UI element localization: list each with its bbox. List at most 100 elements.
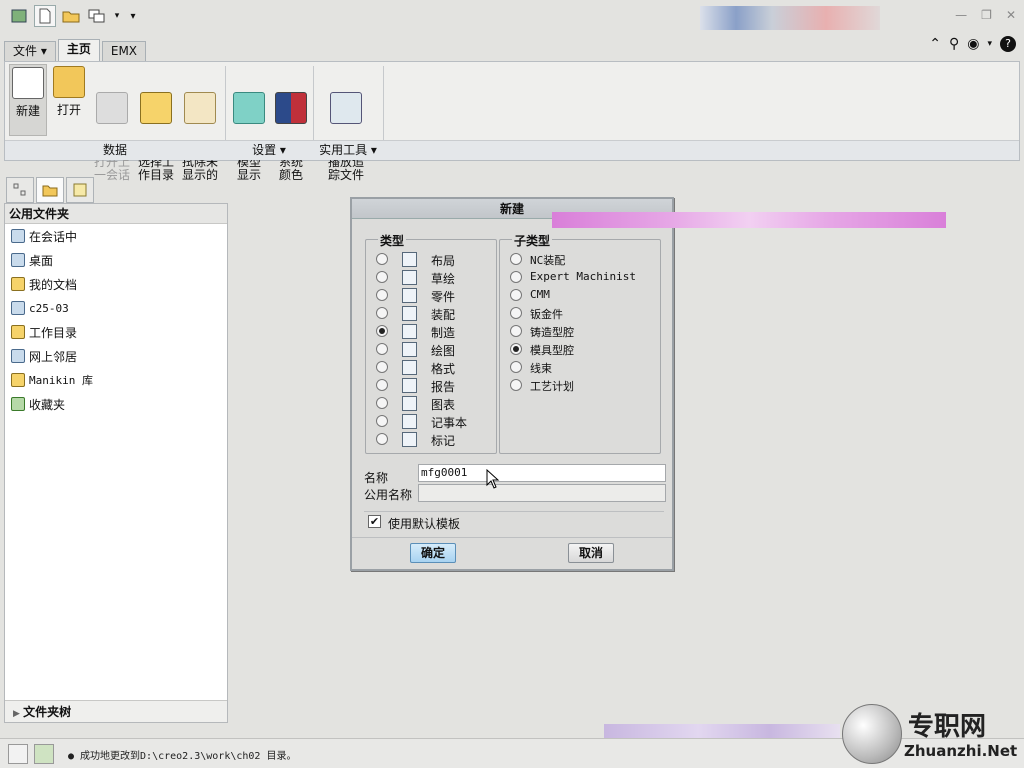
subtype-radio[interactable] [510, 289, 522, 301]
tab-file[interactable]: 文件 ▾ [4, 41, 56, 61]
type-radio[interactable] [376, 289, 388, 301]
common-name-label: 公用名称 [364, 488, 413, 502]
type-radio[interactable] [376, 415, 388, 427]
dropdown-chevron-icon[interactable]: ▾ [112, 5, 122, 27]
type-icon [402, 270, 417, 285]
system-colors-button[interactable]: 系统 颜色 [271, 64, 311, 182]
nav-item-my-documents[interactable]: 我的文档 [5, 272, 227, 296]
help-toolbar: ⌃ ⚲ ◉ ▾ ? [929, 36, 1016, 52]
type-label: 零件 [431, 290, 456, 304]
type-label: 草绘 [431, 272, 456, 286]
new-file-dialog: 新建 类型 布局 草绘 零件 装配 制造 绘图 格式 报告 图表 记事本 标记 子类型 NC装配 Ex… [350, 197, 674, 571]
model-display-button[interactable]: 模型 显示 [229, 64, 269, 182]
search-icon[interactable]: ⚲ [949, 36, 959, 52]
type-icon [402, 306, 417, 321]
app-icon[interactable] [8, 5, 30, 27]
subtype-radio[interactable] [510, 253, 522, 265]
new-button[interactable]: 新建 [9, 64, 47, 136]
folder-tree-toggle[interactable]: ▶ 文件夹树 [5, 700, 227, 722]
tab-home[interactable]: 主页 [57, 39, 100, 61]
close-icon[interactable]: ✕ [1006, 8, 1016, 22]
folder-browser-tab-icon[interactable] [36, 177, 64, 203]
subtype-label: CMM [530, 288, 550, 301]
subtype-label: 模具型腔 [530, 344, 574, 357]
new-document-icon [12, 67, 44, 99]
type-radio[interactable] [376, 307, 388, 319]
folder-tree-label: 文件夹树 [23, 705, 72, 719]
collapse-ribbon-icon[interactable]: ⌃ [929, 36, 941, 52]
favorites-tab-icon[interactable] [66, 177, 94, 203]
group-data: 数据 [5, 140, 225, 160]
new-file-icon[interactable] [34, 5, 56, 27]
mouse-cursor-icon [486, 469, 500, 489]
desktop-icon [11, 253, 25, 267]
subtype-label: Expert Machinist [530, 270, 636, 283]
type-icon [402, 432, 417, 447]
nav-item-working-directory[interactable]: 工作目录 [5, 320, 227, 344]
type-radio[interactable] [376, 397, 388, 409]
use-default-template-checkbox[interactable]: ✔ [368, 515, 381, 528]
customize-toolbar-icon[interactable]: ▾ [126, 5, 140, 27]
name-input[interactable]: mfg0001 [418, 464, 666, 482]
subtype-radio[interactable] [510, 379, 522, 391]
type-radio[interactable] [376, 379, 388, 391]
open-folder-icon [53, 66, 85, 98]
type-radio[interactable] [376, 343, 388, 355]
ok-button[interactable]: 确定 [410, 543, 456, 563]
status-message: ● 成功地更改到D:\creo2.3\work\ch02 目录。 [68, 751, 297, 762]
restore-icon[interactable]: ❐ [981, 8, 992, 22]
type-label: 布局 [431, 254, 456, 268]
group-settings[interactable]: 设置 ▾ [225, 140, 313, 160]
network-icon [11, 349, 25, 363]
community-icon[interactable]: ◉ [967, 36, 979, 52]
working-directory-icon [140, 92, 172, 124]
type-group: 类型 布局 草绘 零件 装配 制造 绘图 格式 报告 图表 记事本 标记 [365, 232, 497, 454]
ribbon-tabs: 文件 ▾ 主页 EMX [4, 39, 147, 61]
play-trail-file-button[interactable]: 播放追 踪文件 [323, 64, 369, 182]
expand-arrow-icon: ▶ [13, 709, 24, 719]
type-radio[interactable] [376, 361, 388, 373]
subtype-radio[interactable] [510, 343, 522, 355]
help-icon[interactable]: ? [1000, 36, 1016, 52]
tab-emx[interactable]: EMX [101, 41, 147, 61]
nav-item-computer[interactable]: c25-03 [5, 296, 227, 320]
cancel-button[interactable]: 取消 [568, 543, 614, 563]
type-radio[interactable] [376, 325, 388, 337]
nav-item-manikin-library[interactable]: Manikin 库 [5, 368, 227, 392]
minimize-icon[interactable]: — [955, 8, 967, 22]
subtype-radio[interactable] [510, 307, 522, 319]
type-radio[interactable] [376, 433, 388, 445]
group-utilities[interactable]: 实用工具 ▾ [313, 140, 383, 160]
divider [352, 537, 672, 538]
help-dropdown-icon[interactable]: ▾ [987, 39, 992, 49]
open-button[interactable]: 打开 [51, 64, 87, 136]
nav-item-in-session[interactable]: 在会话中 [5, 224, 227, 248]
type-icon [402, 360, 417, 375]
new-button-label: 新建 [15, 104, 40, 118]
nav-item-network[interactable]: 网上邻居 [5, 344, 227, 368]
select-working-directory-button[interactable]: 选择工 作目录 [135, 64, 177, 182]
type-icon [402, 288, 417, 303]
open-folder-icon[interactable] [60, 5, 82, 27]
type-radio[interactable] [376, 253, 388, 265]
subtype-radio[interactable] [510, 361, 522, 373]
model-tree-tab-icon[interactable] [6, 177, 34, 203]
subtype-radio[interactable] [510, 271, 522, 283]
type-radio[interactable] [376, 271, 388, 283]
browser-toggle-icon[interactable] [34, 744, 54, 764]
navigator-toggle-icon[interactable] [8, 744, 28, 764]
windows-icon[interactable] [86, 5, 108, 27]
navigator-tabs [6, 177, 94, 203]
nav-item-favorites[interactable]: 收藏夹 [5, 392, 227, 416]
common-name-input[interactable] [418, 484, 666, 502]
erase-not-displayed-button[interactable]: 拭除未 显示的 [179, 64, 221, 182]
library-folder-icon [11, 373, 25, 387]
nav-item-desktop[interactable]: 桌面 [5, 248, 227, 272]
open-session-icon [96, 92, 128, 124]
nav-item-label: 收藏夹 [29, 397, 66, 412]
computer-icon [11, 301, 25, 315]
subtype-radio[interactable] [510, 325, 522, 337]
open-button-label: 打开 [56, 103, 81, 117]
open-last-session-button[interactable]: 打开上 一会话 [91, 64, 133, 182]
subtype-label: 工艺计划 [530, 380, 574, 393]
